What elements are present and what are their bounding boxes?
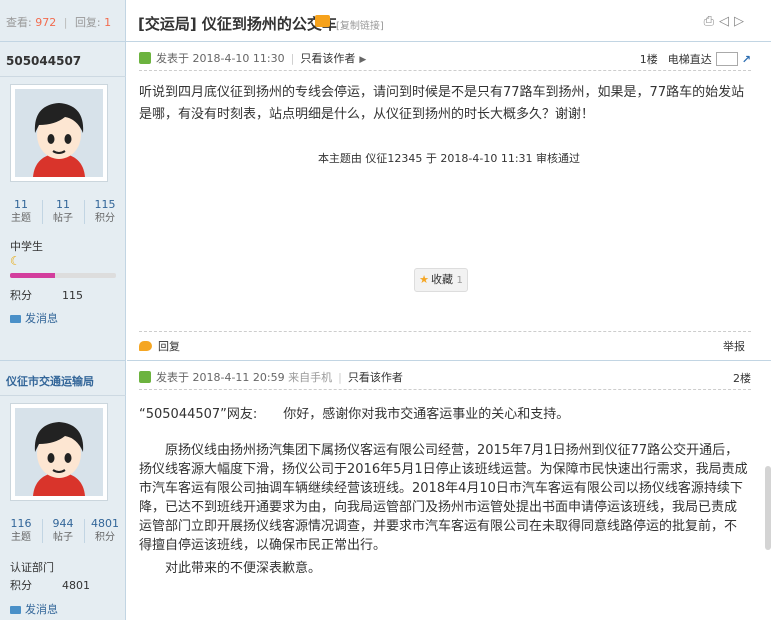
- copy-link-button[interactable]: [复制链接]: [336, 17, 384, 32]
- envelope-icon: [10, 315, 21, 323]
- stat-posts[interactable]: 944 帖子: [44, 517, 82, 545]
- hot-thread-icon: [315, 15, 330, 27]
- post-date: 发表于 2018-4-11 20:59: [156, 371, 285, 384]
- user-rank: 中学生: [10, 240, 43, 253]
- thread-tools: ⎙◁▷: [704, 14, 749, 29]
- avatar-image: [15, 89, 103, 177]
- stat-threads[interactable]: 116 主题: [2, 517, 40, 545]
- reply-bubble-icon: [139, 341, 152, 351]
- post-body: 听说到四月底仪征到扬州的专线会停运，请问到时候是不是只有77路车到扬州，如果是，…: [139, 85, 745, 122]
- reply-button[interactable]: 回复: [139, 338, 180, 354]
- credit-row: 积分 4801: [10, 579, 90, 592]
- envelope-icon: [10, 606, 21, 614]
- stat-divider: [42, 200, 43, 224]
- thread-stats: 查看: 972 | 回复: 1: [6, 14, 111, 30]
- divider: [139, 70, 751, 71]
- rank-progress-bar: [10, 273, 116, 278]
- floor-number: 1楼: [639, 53, 658, 66]
- author-name[interactable]: 仪征市交通运输局: [6, 373, 94, 389]
- author-stats: 116 主题 944 帖子 4801 积分: [0, 517, 126, 547]
- stat-divider: [84, 519, 85, 543]
- stat-credits[interactable]: 115 积分: [86, 198, 124, 226]
- views-count: 972: [35, 16, 57, 29]
- star-icon: ★: [419, 273, 429, 286]
- avatar-image: [15, 408, 103, 496]
- avatar[interactable]: [10, 84, 108, 182]
- credit-row: 积分 115: [10, 289, 83, 302]
- post-author-panel: 505044507 11 主题 11 帖子 115 积分 中学生 ☾ 积分 115 发消…: [0, 42, 126, 360]
- post-meta: 发表于 2018-4-11 20:59 来自手机 | 只看该作者: [139, 369, 403, 387]
- stat-divider: [84, 200, 85, 224]
- reply-paragraph: 原扬仪线由扬州扬汽集团下属扬仪客运有限公司经营，2015年7月1日扬州到仪征77…: [139, 443, 748, 553]
- thread-title: [交运局] 仪征到扬州的公交车: [138, 15, 337, 33]
- thread-header: [交运局] 仪征到扬州的公交车 [复制链接] ⎙◁▷: [126, 0, 771, 42]
- floor-jump-input[interactable]: [715, 52, 738, 66]
- avatar[interactable]: [10, 403, 108, 501]
- divider: [139, 331, 751, 332]
- stat-divider: [42, 519, 43, 543]
- print-icon[interactable]: ⎙: [704, 14, 719, 29]
- divider: [139, 389, 751, 390]
- stat-credits[interactable]: 4801 积分: [86, 517, 124, 545]
- online-status-icon: [139, 371, 151, 383]
- favorite-button[interactable]: ★ 收藏 1: [414, 268, 468, 292]
- only-author-link[interactable]: 只看该作者: [348, 371, 403, 384]
- prev-thread-icon[interactable]: ◁: [719, 14, 734, 29]
- moderation-note: 本主题由 仪征12345 于 2018-4-10 11:31 审核通过: [317, 152, 581, 165]
- jump-go-icon[interactable]: ↗: [742, 53, 751, 66]
- favorite-count: 1: [456, 275, 463, 286]
- floor-number: 2楼: [733, 372, 751, 385]
- only-author-link[interactable]: 只看该作者: [300, 52, 355, 65]
- reply-closing: 对此带来的不便深表歉意。: [165, 561, 322, 576]
- chevron-right-icon: ▶: [359, 55, 367, 65]
- replies-label: 回复:: [74, 16, 101, 29]
- via-mobile: 来自手机: [288, 371, 333, 384]
- jump-label: 电梯直达: [667, 53, 712, 66]
- post-author-panel: 仪征市交通运输局 116 主题 944 帖子 4801 积分 认证部门 积分 4801 …: [0, 360, 126, 620]
- post-meta: 发表于 2018-4-10 11:30 | 只看该作者 ▶: [139, 50, 366, 68]
- views-label: 查看:: [6, 16, 32, 29]
- meta-divider: |: [338, 371, 342, 384]
- thread-stats-panel: 查看: 972 | 回复: 1: [0, 0, 126, 42]
- replies-count: 1: [104, 16, 112, 29]
- floor-info: 1楼 电梯直达 ↗: [640, 51, 751, 67]
- post-date: 发表于 2018-4-10 11:30: [156, 52, 285, 65]
- stat-posts[interactable]: 11 帖子: [44, 198, 82, 226]
- report-button[interactable]: 举报: [723, 338, 745, 354]
- post-2: 发表于 2018-4-11 20:59 来自手机 | 只看该作者 2楼 “50504…: [127, 360, 771, 620]
- user-rank: 认证部门: [10, 561, 54, 574]
- stat-threads[interactable]: 11 主题: [2, 198, 40, 226]
- online-status-icon: [139, 52, 151, 64]
- send-message-button[interactable]: 发消息: [10, 310, 58, 326]
- stats-divider: |: [63, 16, 68, 29]
- divider: [0, 76, 126, 77]
- post-1: 发表于 2018-4-10 11:30 | 只看该作者 ▶ 1楼 电梯直达 ↗ 听说到四月…: [127, 42, 771, 360]
- author-stats: 11 主题 11 帖子 115 积分: [0, 198, 126, 228]
- scrollbar[interactable]: [765, 466, 771, 550]
- rank-progress-fill: [10, 273, 55, 278]
- send-message-button[interactable]: 发消息: [10, 601, 58, 617]
- divider: [0, 395, 126, 396]
- floor-info: 2楼: [733, 370, 751, 386]
- next-thread-icon[interactable]: ▷: [734, 14, 749, 29]
- author-name[interactable]: 505044507: [6, 54, 81, 68]
- moon-icon: ☾: [10, 254, 21, 268]
- reply-salutation: “505044507”网友: 你好，感谢你对我市交通客运事业的关心和支持。: [139, 407, 570, 422]
- meta-divider: |: [290, 52, 295, 65]
